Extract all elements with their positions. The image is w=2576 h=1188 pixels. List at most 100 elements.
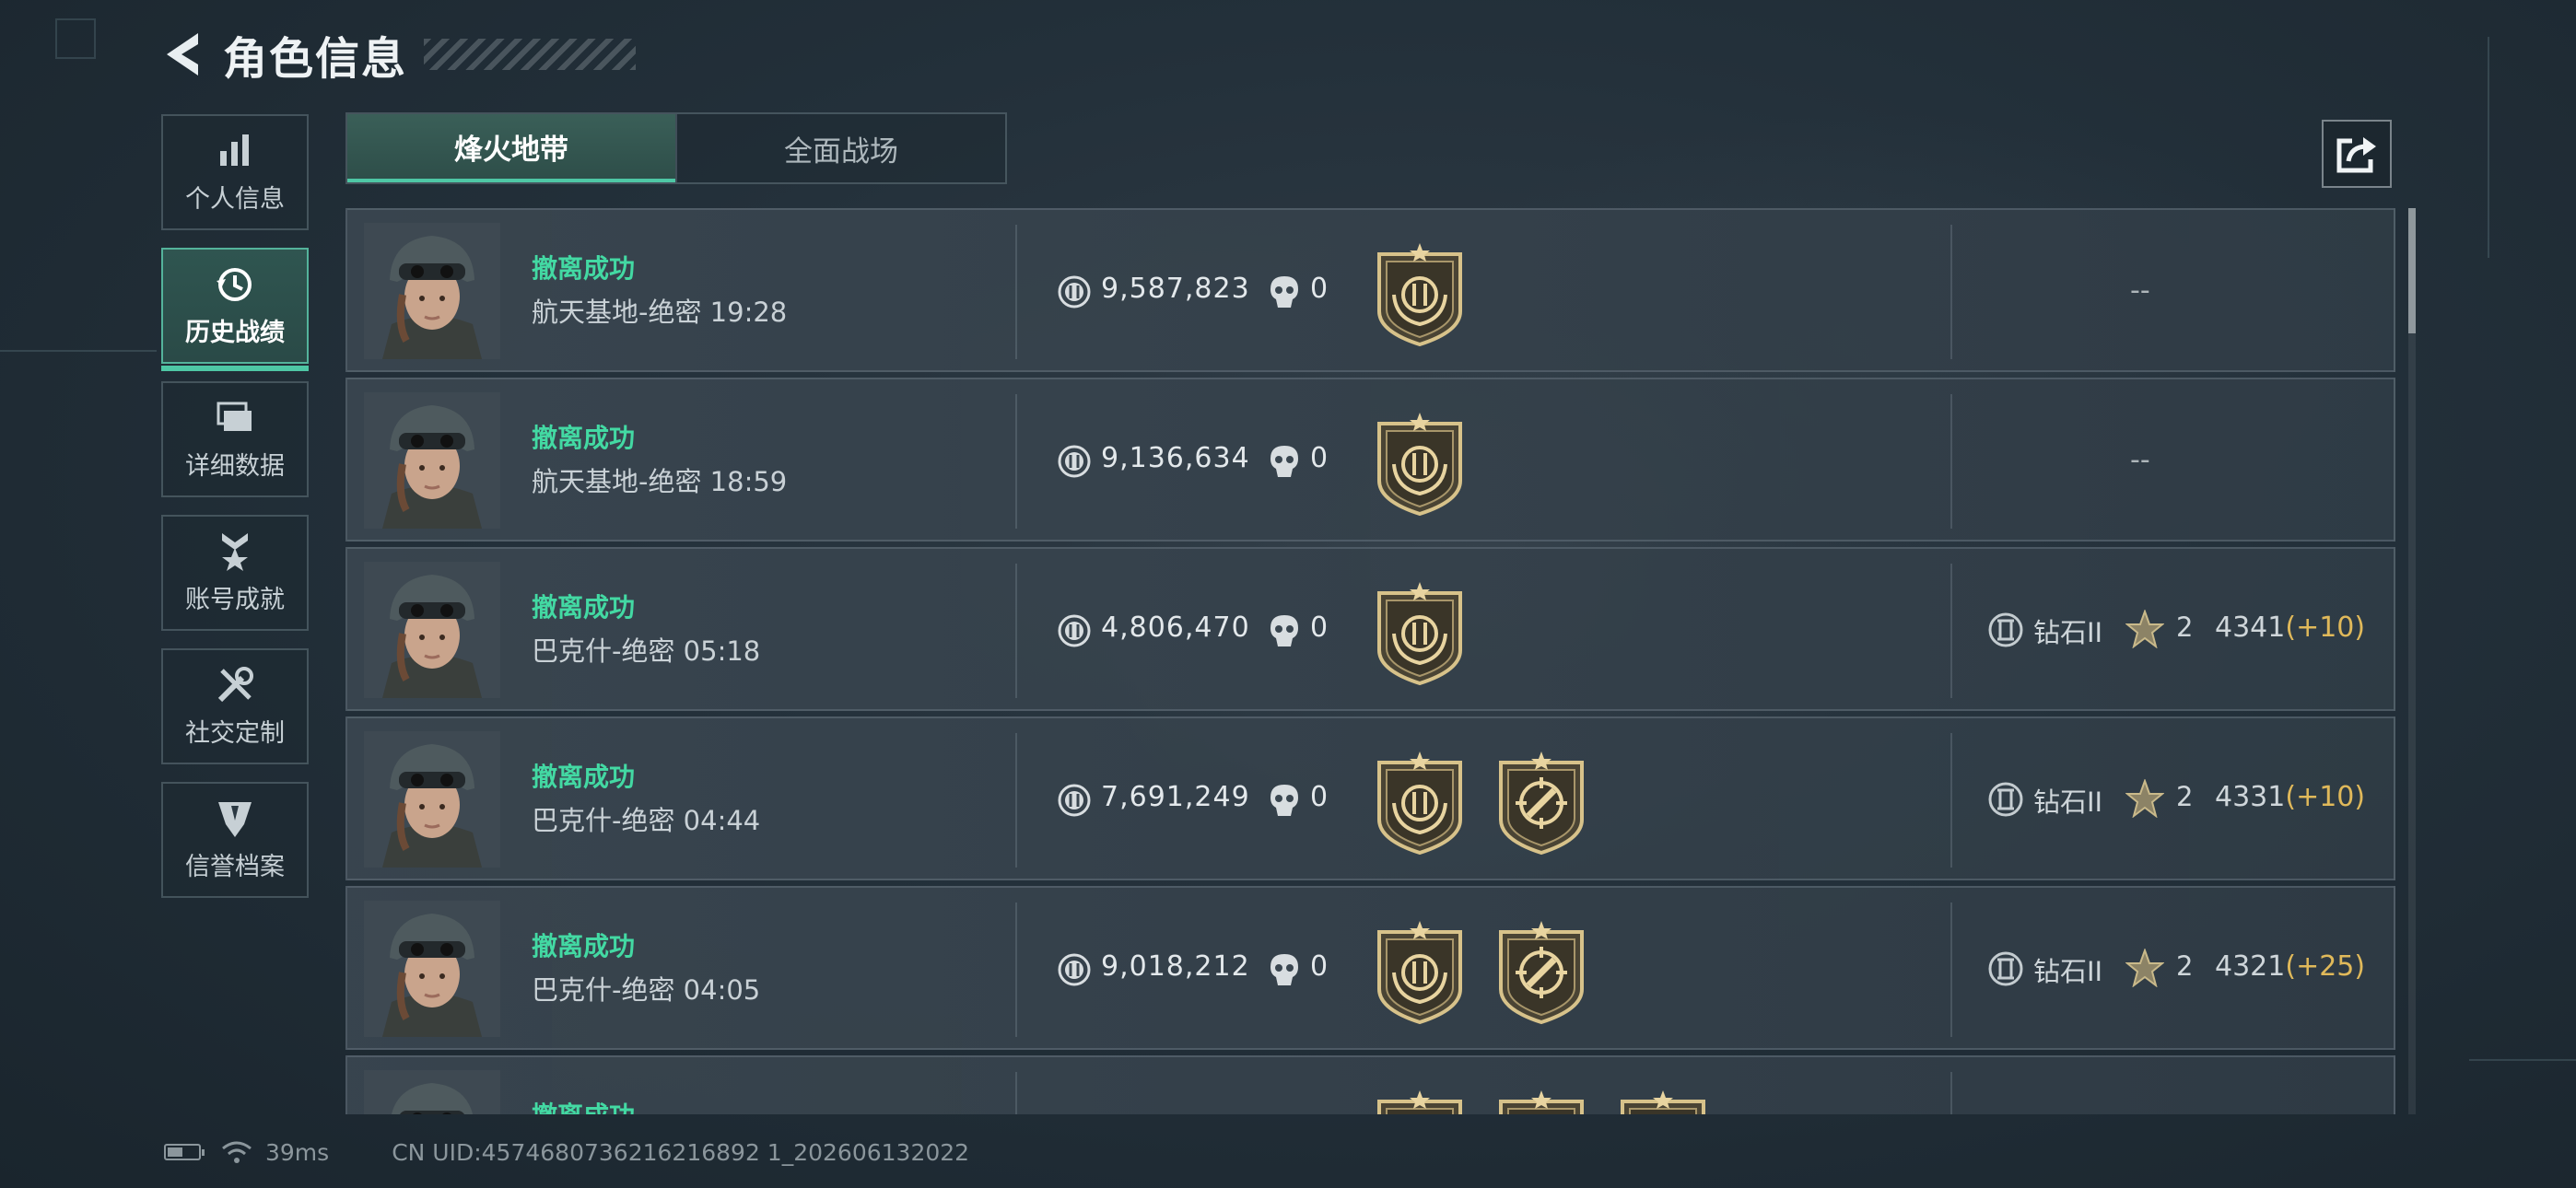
score-value: 4321 — [2215, 950, 2286, 983]
tab-full-battlefield[interactable]: 全面战场 — [675, 114, 1005, 182]
sidebar-item-label: 账号成就 — [185, 585, 285, 614]
rank-name: 钻石II — [2033, 786, 2103, 818]
divider — [1015, 225, 1017, 359]
star-icon — [2125, 609, 2165, 649]
laurel-medal-icon[interactable] — [1372, 243, 1468, 347]
crosshair-medal-icon[interactable] — [1493, 921, 1589, 1025]
map-and-time: 巴克什-绝密 05:18 — [532, 635, 761, 667]
extraction-status: 撤离成功 — [532, 931, 636, 961]
wifi-icon — [222, 1141, 252, 1163]
status-bar: 39ms CN UID:4574680736216216892 1_202606… — [164, 1138, 969, 1166]
skull-icon — [1269, 783, 1300, 818]
share-export-icon — [2336, 137, 2376, 173]
sidebar-item-credit[interactable]: 信誉档案 — [161, 782, 309, 898]
star-icon — [2125, 778, 2165, 819]
star-count: 2 — [2176, 950, 2194, 982]
loot-value: 9,587,823 — [1101, 273, 1250, 305]
match-record-row[interactable]: 撤离成功 航天基地-绝密 18:59 9,136,634 0 -- — [345, 378, 2395, 542]
laurel-medal-icon[interactable] — [1372, 1090, 1468, 1114]
sidebar-item-social[interactable]: 社交定制 — [161, 648, 309, 764]
title-decoration — [424, 39, 637, 70]
operator-avatar — [364, 223, 500, 359]
extraction-status: 撤离成功 — [532, 762, 636, 792]
divider — [1950, 564, 1952, 698]
coin-icon — [1057, 952, 1092, 987]
scrollbar[interactable] — [2408, 208, 2416, 1114]
sidebar-item-detailed-data[interactable]: 详细数据 — [161, 381, 309, 497]
tab-fenghuo[interactable]: 烽火地带 — [347, 114, 675, 182]
star-icon — [2125, 948, 2165, 988]
loot-value: 9,136,634 — [1101, 442, 1250, 474]
divider — [1950, 225, 1952, 359]
map-and-time: 巴克什-绝密 04:05 — [532, 974, 761, 1006]
mode-tabs: 烽火地带 全面战场 — [345, 112, 1007, 184]
star-medal-icon[interactable] — [1615, 1090, 1711, 1114]
page-title: 角色信息 — [223, 33, 408, 85]
skull-icon — [1269, 613, 1300, 648]
laurel-medal-icon[interactable] — [1372, 413, 1468, 517]
operator-avatar — [364, 562, 500, 698]
operator-avatar — [364, 901, 500, 1037]
divider — [1950, 903, 1952, 1037]
battery-icon — [164, 1144, 205, 1160]
match-record-row[interactable]: 撤离成功航天基地-绝密 19:28 9,587,823 0 -- — [345, 208, 2395, 372]
sidebar-item-label: 历史战绩 — [185, 318, 285, 347]
ping-text: 39ms — [265, 1138, 330, 1166]
rank-name: 钻石II — [2033, 956, 2103, 987]
score-delta: (+10) — [2285, 781, 2366, 813]
rank-badge-icon — [1987, 781, 2024, 818]
divider — [1015, 564, 1017, 698]
sidebar-item-achievements[interactable]: 账号成就 — [161, 515, 309, 631]
kill-count: 0 — [1310, 611, 1329, 644]
crosshair-medal-icon[interactable] — [1493, 751, 1589, 856]
sidebar-item-label: 详细数据 — [185, 451, 285, 481]
laurel-medal-icon[interactable] — [1372, 921, 1468, 1025]
kill-count: 0 — [1310, 442, 1329, 474]
rank-score: 4321(+25) — [2215, 950, 2365, 983]
kill-count: 0 — [1310, 781, 1329, 813]
loot-value: 9,018,212 — [1101, 950, 1250, 983]
sidebar-item-label: 社交定制 — [185, 718, 285, 748]
credit-shield-icon — [215, 798, 255, 839]
scrollbar-thumb[interactable] — [2408, 208, 2416, 333]
star-count: 2 — [2176, 611, 2194, 643]
divider — [1950, 1072, 1952, 1114]
extraction-status: 撤离成功 — [532, 423, 636, 453]
crosshair-medal-icon[interactable] — [1493, 1090, 1589, 1114]
folder-stack-icon — [215, 398, 255, 438]
sidebar-item-label: 信誉档案 — [185, 852, 285, 881]
laurel-medal-icon[interactable] — [1372, 751, 1468, 856]
rank-name: 钻石II — [2033, 617, 2103, 648]
sidebar-item-personal-info[interactable]: 个人信息 — [161, 114, 309, 230]
star-count: 2 — [2176, 781, 2194, 812]
bar-chart-icon — [215, 131, 255, 171]
match-record-row[interactable]: 撤离成功 巴克什-绝密 05:18 4,806,470 0 钻石II 2 4341(+10… — [345, 547, 2395, 711]
divider — [1015, 903, 1017, 1037]
match-record-row[interactable]: 撤离成功 — [345, 1055, 2395, 1114]
rank-badge-icon — [1987, 950, 2024, 987]
back-button[interactable] — [157, 29, 208, 80]
match-record-row[interactable]: 撤离成功 巴克什-绝密 04:44 7,691,249 0 钻石II 2 4331(+10… — [345, 716, 2395, 880]
coin-icon — [1057, 274, 1092, 309]
divider — [1950, 733, 1952, 868]
uid-text: CN UID:4574680736216216892 1_20260613202… — [392, 1138, 970, 1166]
match-record-row[interactable]: 撤离成功巴克什-绝密 04:05 9,018,212 0 钻石II 2 4321(+25… — [345, 886, 2395, 1050]
share-button[interactable] — [2322, 120, 2392, 188]
coin-icon — [1057, 444, 1092, 479]
operator-avatar — [364, 1070, 500, 1114]
extraction-status: 撤离成功 — [532, 253, 636, 284]
map-and-time: 航天基地-绝密 19:28 — [532, 297, 788, 328]
rank-placeholder: -- — [2130, 274, 2150, 307]
score-value: 4341 — [2215, 611, 2286, 644]
sidebar-item-history[interactable]: 历史战绩 — [161, 248, 309, 371]
score-value: 4331 — [2215, 781, 2286, 813]
laurel-medal-icon[interactable] — [1372, 582, 1468, 686]
coin-icon — [1057, 613, 1092, 648]
kill-count: 0 — [1310, 273, 1329, 305]
sidebar: 个人信息 历史战绩 详细数据 账号成就 社交定制 信誉档案 — [161, 114, 312, 915]
divider — [1015, 394, 1017, 529]
sidebar-item-label: 个人信息 — [185, 184, 285, 214]
rank-placeholder: -- — [2130, 444, 2150, 476]
score-delta: (+10) — [2285, 611, 2366, 644]
kill-count: 0 — [1310, 950, 1329, 983]
